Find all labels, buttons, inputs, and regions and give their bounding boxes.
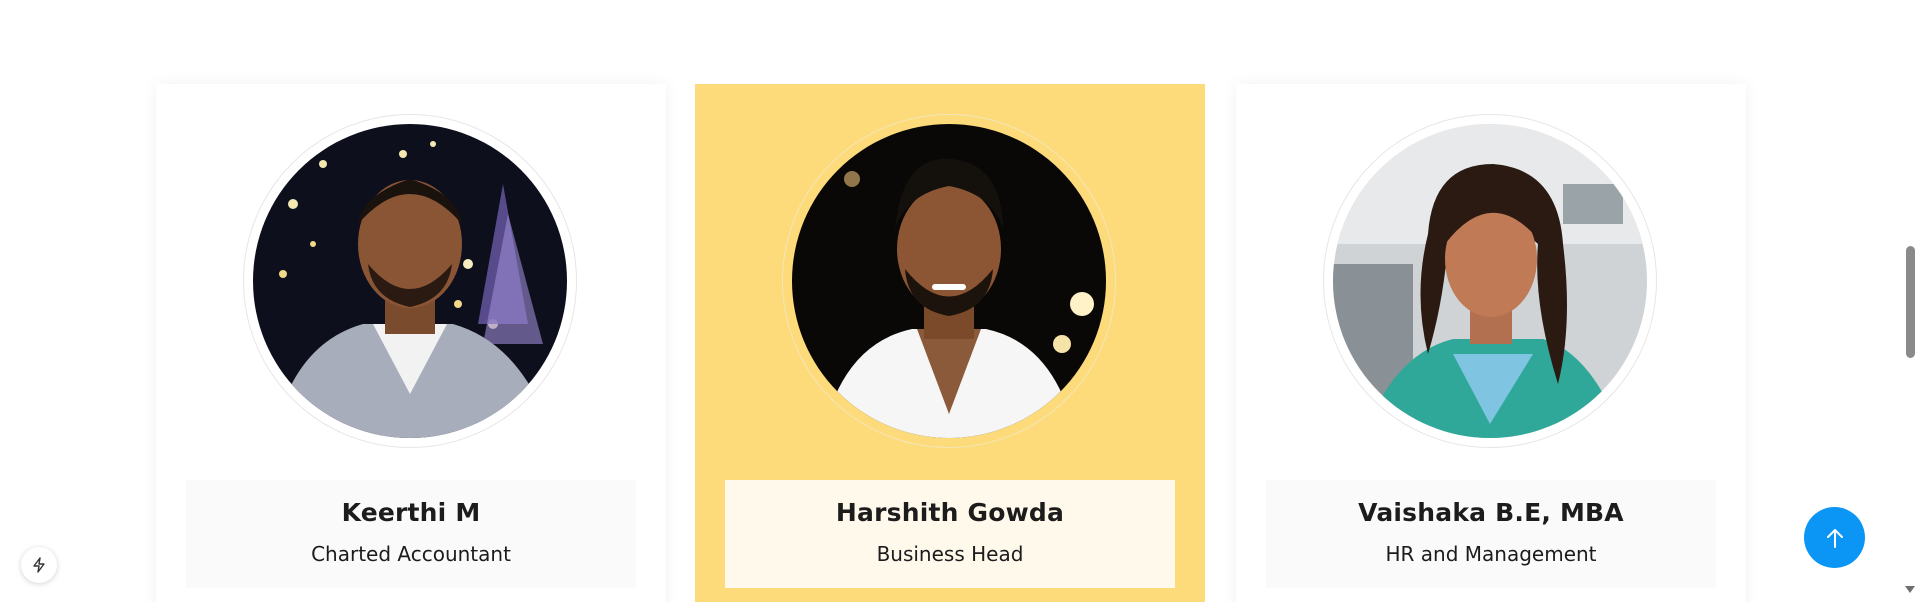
scroll-to-top-button[interactable]: [1804, 507, 1865, 568]
member-name: Vaishaka B.E, MBA: [1358, 498, 1624, 527]
widget-button[interactable]: [21, 547, 57, 583]
photo-ring: [1323, 114, 1657, 448]
member-info: Vaishaka B.E, MBA HR and Management: [1266, 480, 1716, 588]
team-card-vaishaka: Vaishaka B.E, MBA HR and Management: [1236, 84, 1746, 602]
member-photo-keerthi: [253, 124, 567, 438]
member-role: Charted Accountant: [311, 542, 511, 566]
vertical-scrollbar[interactable]: [1903, 0, 1918, 602]
member-info: Keerthi M Charted Accountant: [186, 480, 636, 588]
member-role: HR and Management: [1385, 542, 1597, 566]
member-name: Keerthi M: [341, 498, 481, 527]
lightning-bolt-icon: [33, 557, 45, 573]
scrollbar-thumb[interactable]: [1906, 246, 1915, 358]
member-name: Harshith Gowda: [835, 498, 1065, 527]
member-info: Harshith Gowda Business Head: [725, 480, 1175, 588]
member-photo-vaishaka: [1333, 124, 1647, 438]
scroll-down-arrow-icon[interactable]: [1905, 586, 1915, 593]
photo-ring: [782, 114, 1116, 448]
member-role: Business Head: [876, 542, 1024, 566]
team-card-harshith: Harshith Gowda Business Head: [695, 84, 1205, 602]
photo-ring: [243, 114, 577, 448]
member-photo-harshith: [792, 124, 1106, 438]
team-card-keerthi: Keerthi M Charted Accountant: [156, 84, 666, 602]
arrow-up-icon: [1826, 528, 1843, 548]
team-section: Keerthi M Charted Accountant Harshith Go…: [0, 0, 1918, 602]
